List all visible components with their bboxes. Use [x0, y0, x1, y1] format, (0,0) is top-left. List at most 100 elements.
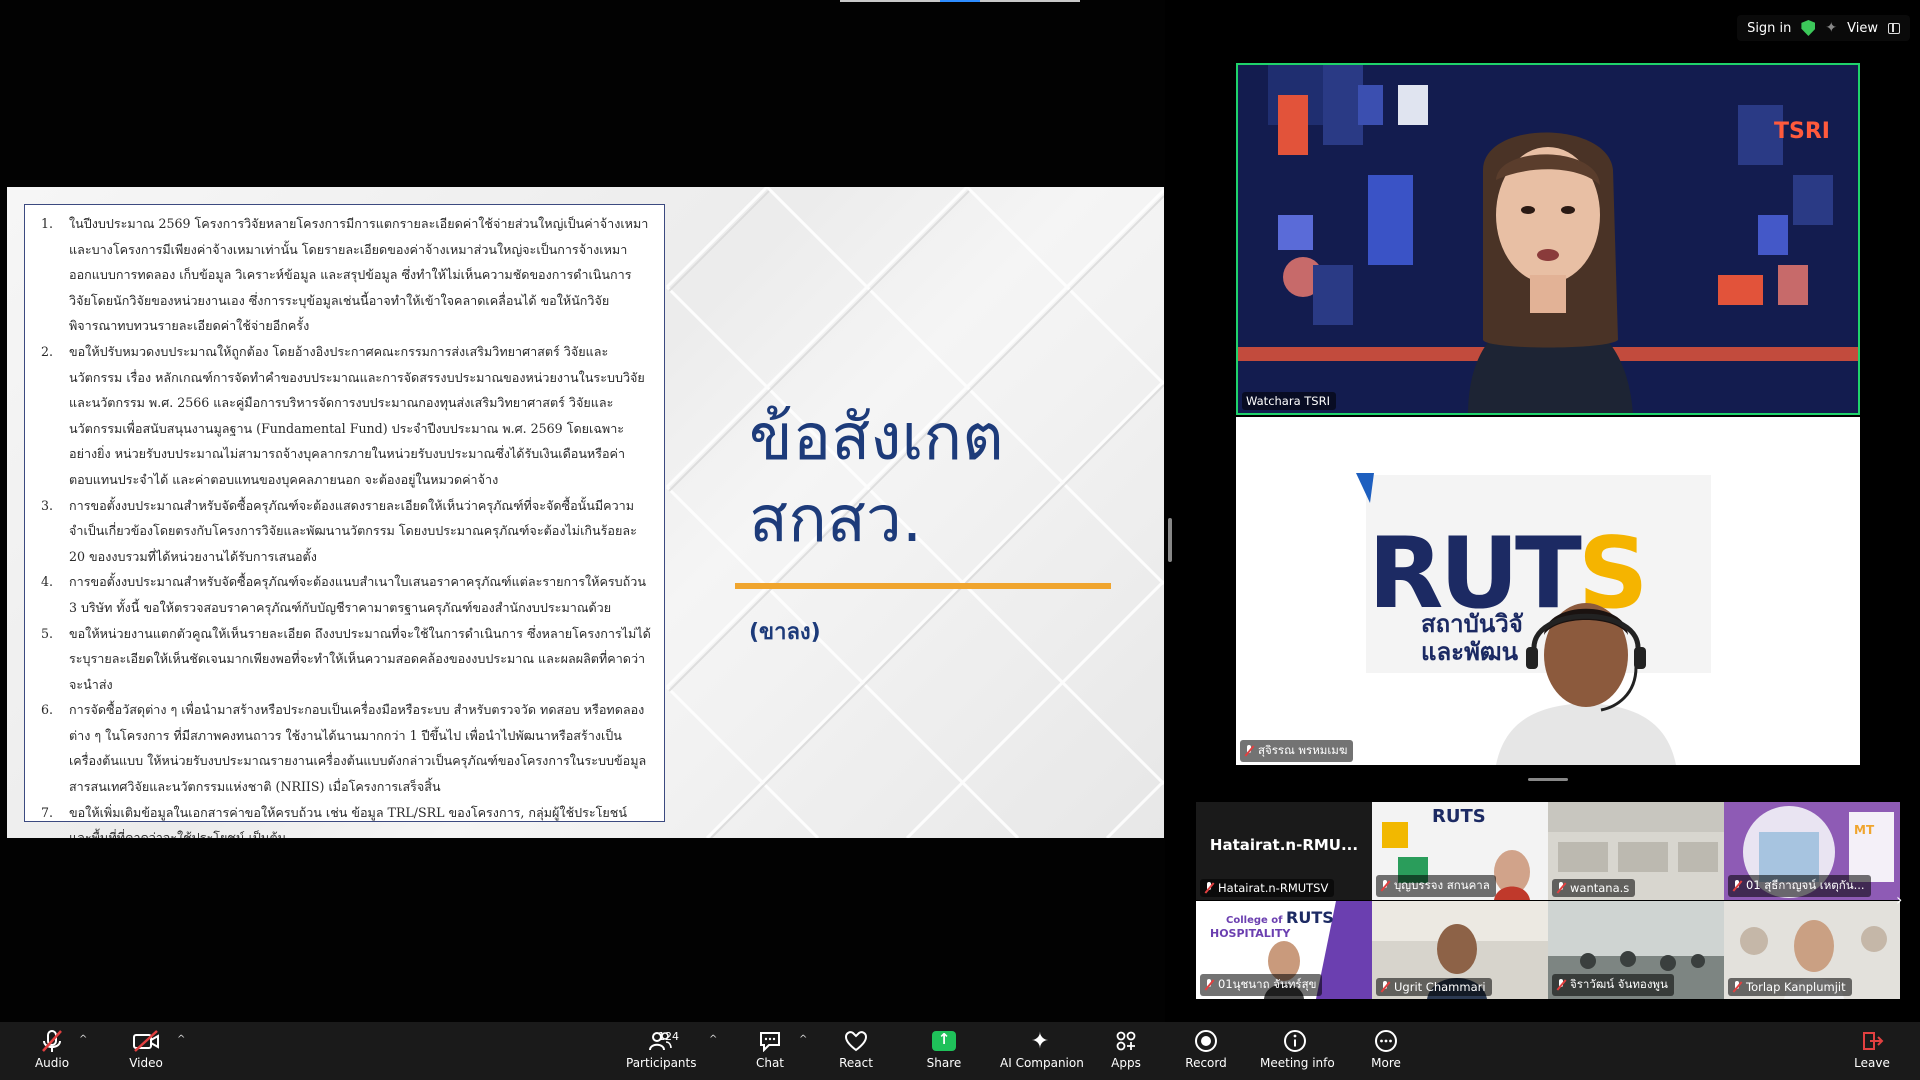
gallery-name: Torlap Kanplumjit: [1746, 980, 1846, 994]
gallery-name-tag: จิราวัฒน์ จันทองพูน: [1552, 974, 1674, 996]
slide-subtitle: (ขาลง): [749, 620, 821, 645]
info-icon: [1260, 1028, 1330, 1054]
more-label: More: [1371, 1056, 1401, 1070]
leave-icon: [1852, 1028, 1892, 1054]
presentation-slide: 1. ในปีงบประมาณ 2569 โครงการวิจัยหลายโครง…: [7, 187, 1164, 838]
more-icon: [1364, 1028, 1408, 1054]
gallery-name: 01นุชนาถ จันทร์สุข: [1218, 977, 1317, 991]
gallery-tile[interactable]: wantana.s: [1548, 802, 1724, 900]
active-speaker-tile[interactable]: TSRI Watchara TSRI: [1236, 63, 1860, 415]
participant-tile-main[interactable]: RUTS สถาบันวิจั และพัฒน สุจิรรณ พรหมเมฆ: [1236, 417, 1860, 765]
view-layout-icon[interactable]: [1888, 22, 1900, 34]
meeting-info-button[interactable]: Meeting info: [1260, 1028, 1335, 1070]
chat-label: Chat: [755, 1056, 785, 1070]
list-item: 1. ในปีงบประมาณ 2569 โครงการวิจัยหลายโครง…: [31, 211, 652, 339]
item-text: ขอให้เพิ่มเติมข้อมูลในเอกสารค่าขอให้ครบถ…: [69, 804, 627, 838]
sparkle-icon[interactable]: ✦: [1825, 20, 1837, 36]
chat-caret-icon[interactable]: ^: [799, 1034, 807, 1045]
slide-text-box: 1. ในปีงบประมาณ 2569 โครงการวิจัยหลายโครง…: [24, 204, 665, 838]
mic-muted-icon: [1244, 745, 1254, 757]
heart-icon: [833, 1028, 879, 1054]
record-button[interactable]: Record: [1184, 1028, 1228, 1070]
more-button[interactable]: More: [1364, 1028, 1408, 1070]
item-number: 3.: [41, 497, 54, 513]
video-options-caret-icon[interactable]: ^: [177, 1034, 185, 1045]
ruts-flag-icon: [1356, 473, 1374, 503]
item-number: 2.: [41, 343, 54, 359]
mic-muted-icon: [1380, 981, 1390, 993]
top-right-controls: Sign in ✦ View: [1737, 15, 1910, 41]
gallery-tile[interactable]: Torlap Kanplumjit: [1724, 901, 1900, 999]
audio-options-caret-icon[interactable]: ^: [79, 1034, 87, 1045]
gallery-name-tag: Torlap Kanplumjit: [1728, 978, 1852, 996]
gallery-name-tag: 01 สุธีกาญจน์ เหตุกัน...: [1728, 875, 1871, 897]
gallery-tile[interactable]: จิราวัฒน์ จันทองพูน: [1548, 901, 1724, 999]
list-item: 5. ขอให้หน่วยงานแตกตัวคูณให้เห็นรายละเอีย…: [31, 621, 652, 698]
leave-button[interactable]: Leave: [1852, 1028, 1892, 1070]
item-text: การขอตั้งงบประมาณสำหรับจัดซื้อครุภัณฑ์จะ…: [69, 574, 646, 615]
item-number: 6.: [41, 702, 54, 718]
list-item: 4. การขอตั้งงบประมาณสำหรับจัดซื้อครุภัณฑ์…: [31, 569, 652, 620]
item-text: ในปีงบประมาณ 2569 โครงการวิจัยหลายโครงกา…: [69, 216, 649, 334]
chat-icon: [748, 1028, 792, 1054]
gallery-name: บุญบรรจง สกนคาล: [1394, 878, 1490, 892]
gallery-resize-handle[interactable]: [1528, 778, 1568, 781]
participant-name-tag: สุจิรรณ พรหมเมฆ: [1240, 740, 1354, 762]
panel-resize-handle[interactable]: [1168, 518, 1172, 562]
participants-button[interactable]: 124 Participants: [626, 1028, 697, 1070]
leave-label: Leave: [1854, 1056, 1890, 1070]
speaker-name: Watchara TSRI: [1246, 394, 1330, 408]
item-text: ขอให้ปรับหมวดงบประมาณให้ถูกต้อง โดยอ้างอ…: [69, 343, 645, 487]
gallery-name-tag: บุญบรรจง สกนคาล: [1376, 875, 1496, 897]
share-label: Share: [926, 1056, 962, 1070]
item-number: 7.: [41, 804, 54, 820]
gallery-tile[interactable]: MT 01 สุธีกาญจน์ เหตุกัน...: [1724, 802, 1900, 900]
gallery-name: wantana.s: [1570, 881, 1630, 895]
react-label: React: [839, 1056, 873, 1070]
record-label: Record: [1185, 1056, 1227, 1070]
slide-title-line1: ข้อสังเกต: [749, 401, 1004, 475]
gallery-tile[interactable]: RUTS บุญบรรจง สกนคาล: [1372, 802, 1548, 900]
gallery-tile[interactable]: Ugrit Chammari: [1372, 901, 1548, 999]
apps-label: Apps: [1111, 1056, 1141, 1070]
audio-button[interactable]: Audio: [30, 1028, 74, 1070]
share-button[interactable]: Share: [922, 1028, 966, 1070]
mic-muted-icon: [1732, 880, 1742, 892]
apps-button[interactable]: Apps: [1104, 1028, 1148, 1070]
gallery-next-icon[interactable]: ›: [1896, 890, 1902, 909]
chat-button[interactable]: Chat: [748, 1028, 792, 1070]
share-indicator: [840, 0, 1080, 2]
ai-sparkle-icon: ✦: [1030, 1028, 1050, 1054]
sign-in-button[interactable]: Sign in: [1747, 21, 1791, 36]
title-underline: [735, 583, 1111, 589]
participant-video: [1496, 603, 1676, 765]
gallery-display-name: Hatairat.n-RMU...: [1209, 836, 1359, 854]
list-item: 6. การจัดซื้อวัสดุต่าง ๆ เพื่อนำมาสร้างหร…: [31, 697, 652, 799]
item-number: 4.: [41, 574, 54, 590]
participant-name: สุจิรรณ พรหมเมฆ: [1258, 743, 1348, 757]
participants-caret-icon[interactable]: ^: [709, 1034, 717, 1045]
mic-muted-icon: [1732, 981, 1742, 993]
meeting-info-label: Meeting info: [1260, 1056, 1335, 1070]
gallery-tile[interactable]: Hatairat.n-RMU... Hatairat.n-RMUTSV: [1196, 802, 1372, 900]
share-screen-icon: [932, 1030, 956, 1051]
observation-list: 1. ในปีงบประมาณ 2569 โครงการวิจัยหลายโครง…: [31, 211, 652, 838]
item-text: ขอให้หน่วยงานแตกตัวคูณให้เห็นรายละเอียด …: [69, 625, 651, 692]
slide-title-line2: สกสว.: [749, 483, 923, 557]
item-number: 5.: [41, 625, 54, 641]
video-button[interactable]: Video: [124, 1028, 168, 1070]
ai-companion-button[interactable]: ✦ AI Companion: [1000, 1028, 1084, 1071]
shield-check-icon[interactable]: [1801, 20, 1816, 36]
meeting-toolbar: Audio ^ Video ^ 124 Participants ^ Chat …: [0, 1022, 1920, 1080]
svg-text:RUTS: RUTS: [1286, 908, 1334, 927]
svg-text:RUTS: RUTS: [1432, 806, 1486, 827]
view-button[interactable]: View: [1847, 21, 1878, 36]
tsri-logo: TSRI: [1774, 119, 1830, 144]
item-number: 1.: [41, 216, 54, 231]
speaker-name-tag: Watchara TSRI: [1242, 392, 1336, 410]
audio-label: Audio: [34, 1056, 70, 1070]
react-button[interactable]: React: [833, 1028, 879, 1070]
gallery-name-tag: Ugrit Chammari: [1376, 978, 1492, 996]
svg-text:College of: College of: [1226, 915, 1283, 926]
gallery-tile[interactable]: College of HOSPITALITY RUTS 01นุชนาถ จัน…: [1196, 901, 1372, 999]
